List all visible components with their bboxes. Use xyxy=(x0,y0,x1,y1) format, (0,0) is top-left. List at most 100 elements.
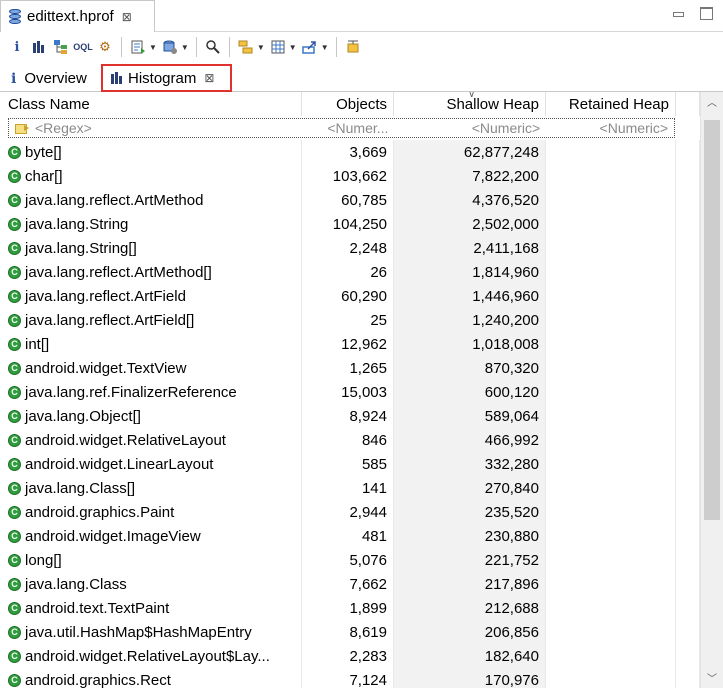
run-report-button[interactable]: ▼ xyxy=(129,36,157,58)
filter-class-name[interactable]: <Regex> xyxy=(9,119,303,137)
cell-filler xyxy=(676,452,700,476)
query-browser-button[interactable]: ▼ xyxy=(161,36,189,58)
cell-filler xyxy=(676,140,700,164)
class-name-text: java.lang.Class[] xyxy=(25,479,136,497)
table-row[interactable]: Cjava.lang.reflect.ArtMethod 60,785 4,376,… xyxy=(2,188,700,212)
table-row[interactable]: Candroid.widget.RelativeLayout$Lay... 2,2… xyxy=(2,644,700,668)
histogram-icon xyxy=(111,72,122,84)
cell-retained-heap xyxy=(546,404,676,428)
class-name-text: java.lang.Object[] xyxy=(25,407,141,425)
table-row[interactable]: Candroid.widget.LinearLayout 585 332,280 xyxy=(2,452,700,476)
cell-objects: 141 xyxy=(302,476,394,500)
class-name-text: java.lang.reflect.ArtField xyxy=(25,287,186,305)
table-row[interactable]: Cjava.lang.reflect.ArtMethod[] 26 1,814,96… xyxy=(2,260,700,284)
cell-filler xyxy=(676,548,700,572)
scrollbar-thumb[interactable] xyxy=(704,120,720,520)
scroll-down-icon[interactable]: ﹀ xyxy=(705,670,719,685)
column-header-objects[interactable]: Objects xyxy=(302,92,394,116)
column-header-class-name[interactable]: Class Name xyxy=(2,92,302,116)
class-name-text: android.widget.RelativeLayout xyxy=(25,431,226,449)
regex-filter-icon xyxy=(15,122,29,134)
chevron-down-icon[interactable]: ▼ xyxy=(257,43,265,52)
cell-objects: 2,248 xyxy=(302,236,394,260)
table-row[interactable]: Cjava.lang.Class[] 141 270,840 xyxy=(2,476,700,500)
cell-class-name: Cjava.lang.reflect.ArtField[] xyxy=(2,308,302,332)
cell-class-name: Cjava.lang.ref.FinalizerReference xyxy=(2,380,302,404)
find-object-button[interactable] xyxy=(204,36,222,58)
pin-button[interactable] xyxy=(344,36,362,58)
cell-objects: 8,619 xyxy=(302,620,394,644)
table-row[interactable]: Cjava.lang.String[] 2,248 2,411,168 xyxy=(2,236,700,260)
table-row[interactable]: Candroid.text.TextPaint 1,899 212,688 xyxy=(2,596,700,620)
cell-objects: 15,003 xyxy=(302,380,394,404)
heap-dump-icon xyxy=(9,8,21,25)
histogram-button[interactable] xyxy=(30,36,48,58)
table-row[interactable]: Cjava.lang.String 104,250 2,502,000 xyxy=(2,212,700,236)
table-row[interactable]: Cbyte[] 3,669 62,877,248 xyxy=(2,140,700,164)
cell-class-name: Candroid.text.TextPaint xyxy=(2,596,302,620)
table-row[interactable]: Cjava.lang.ref.FinalizerReference 15,003 6… xyxy=(2,380,700,404)
table-row[interactable]: Candroid.widget.RelativeLayout 846 466,992 xyxy=(2,428,700,452)
table-row[interactable]: Cchar[] 103,662 7,822,200 xyxy=(2,164,700,188)
scroll-up-icon[interactable]: ︿ xyxy=(705,94,719,109)
toolbar: i OQL ⚙ ▼ ▼ ▼ ▼ ▼ xyxy=(0,32,723,62)
tab-overview[interactable]: i Overview xyxy=(3,65,100,92)
overview-button[interactable]: i xyxy=(8,36,26,58)
dominator-tree-button[interactable] xyxy=(52,36,70,58)
cell-class-name: Candroid.graphics.Rect xyxy=(2,668,302,688)
table-row[interactable]: Clong[] 5,076 221,752 xyxy=(2,548,700,572)
table-row[interactable]: Candroid.graphics.Paint 2,944 235,520 xyxy=(2,500,700,524)
cell-objects: 2,944 xyxy=(302,500,394,524)
oql-button[interactable]: OQL xyxy=(73,36,93,58)
cell-retained-heap xyxy=(546,236,676,260)
table-row[interactable]: Cjava.lang.Class 7,662 217,896 xyxy=(2,572,700,596)
class-icon: C xyxy=(8,601,21,615)
column-header-retained-heap[interactable]: Retained Heap xyxy=(546,92,676,116)
class-name-text: java.lang.ref.FinalizerReference xyxy=(25,383,237,401)
table-row[interactable]: Candroid.graphics.Rect 7,124 170,976 xyxy=(2,668,700,688)
table-row[interactable]: Cint[] 12,962 1,018,008 xyxy=(2,332,700,356)
oql-icon: OQL xyxy=(73,42,93,52)
cell-shallow-heap: 589,064 xyxy=(394,404,546,428)
chevron-down-icon[interactable]: ▼ xyxy=(181,43,189,52)
cell-class-name: Candroid.widget.RelativeLayout$Lay... xyxy=(2,644,302,668)
cell-class-name: Cjava.util.HashMap$HashMapEntry xyxy=(2,620,302,644)
table-row[interactable]: Cjava.lang.reflect.ArtField[] 25 1,240,200 xyxy=(2,308,700,332)
tab-histogram[interactable]: Histogram ⊠ xyxy=(101,64,232,92)
editor-tab-close-icon[interactable]: ⊠ xyxy=(122,10,132,24)
vertical-scrollbar[interactable]: ︿ ﹀ xyxy=(700,92,723,688)
calculate-retained-size-icon xyxy=(269,38,287,56)
cell-shallow-heap: 870,320 xyxy=(394,356,546,380)
calculate-retained-size-button[interactable]: ▼ xyxy=(269,36,297,58)
group-by-button[interactable]: ▼ xyxy=(237,36,265,58)
group-by-icon xyxy=(237,38,255,56)
maximize-icon[interactable] xyxy=(699,6,713,20)
editor-tab-edittext-hprof[interactable]: edittext.hprof ⊠ xyxy=(0,0,155,32)
table-row[interactable]: Candroid.widget.TextView 1,265 870,320 xyxy=(2,356,700,380)
cell-filler xyxy=(676,572,700,596)
table-row[interactable]: Cjava.lang.reflect.ArtField 60,290 1,446,9… xyxy=(2,284,700,308)
class-icon: C xyxy=(8,505,21,519)
histogram-table: Class Name Objects Shallow Heap Retained… xyxy=(2,92,723,688)
table-row[interactable]: Cjava.util.HashMap$HashMapEntry 8,619 206,… xyxy=(2,620,700,644)
cell-retained-heap xyxy=(546,620,676,644)
cell-class-name: Cjava.lang.reflect.ArtMethod xyxy=(2,188,302,212)
export-button[interactable]: ▼ xyxy=(301,36,329,58)
chevron-down-icon[interactable]: ▼ xyxy=(289,43,297,52)
filter-objects[interactable]: <Numer... xyxy=(303,119,395,137)
tab-histogram-label: Histogram xyxy=(128,69,197,87)
cell-shallow-heap: 212,688 xyxy=(394,596,546,620)
table-row[interactable]: Cjava.lang.Object[] 8,924 589,064 xyxy=(2,404,700,428)
filter-retained-heap[interactable]: <Numeric> xyxy=(546,119,674,137)
chevron-down-icon[interactable]: ▼ xyxy=(149,43,157,52)
cell-shallow-heap: 1,446,960 xyxy=(394,284,546,308)
class-icon: C xyxy=(8,313,21,327)
toolbar-separator xyxy=(195,37,197,57)
table-row[interactable]: Candroid.widget.ImageView 481 230,880 xyxy=(2,524,700,548)
cell-shallow-heap: 2,502,000 xyxy=(394,212,546,236)
minimize-icon[interactable] xyxy=(671,6,685,20)
chevron-down-icon[interactable]: ▼ xyxy=(321,43,329,52)
filter-shallow-heap[interactable]: <Numeric> xyxy=(394,119,546,137)
heap-dump-overview-button[interactable]: ⚙ xyxy=(96,36,114,58)
tab-histogram-close-icon[interactable]: ⊠ xyxy=(204,71,214,85)
